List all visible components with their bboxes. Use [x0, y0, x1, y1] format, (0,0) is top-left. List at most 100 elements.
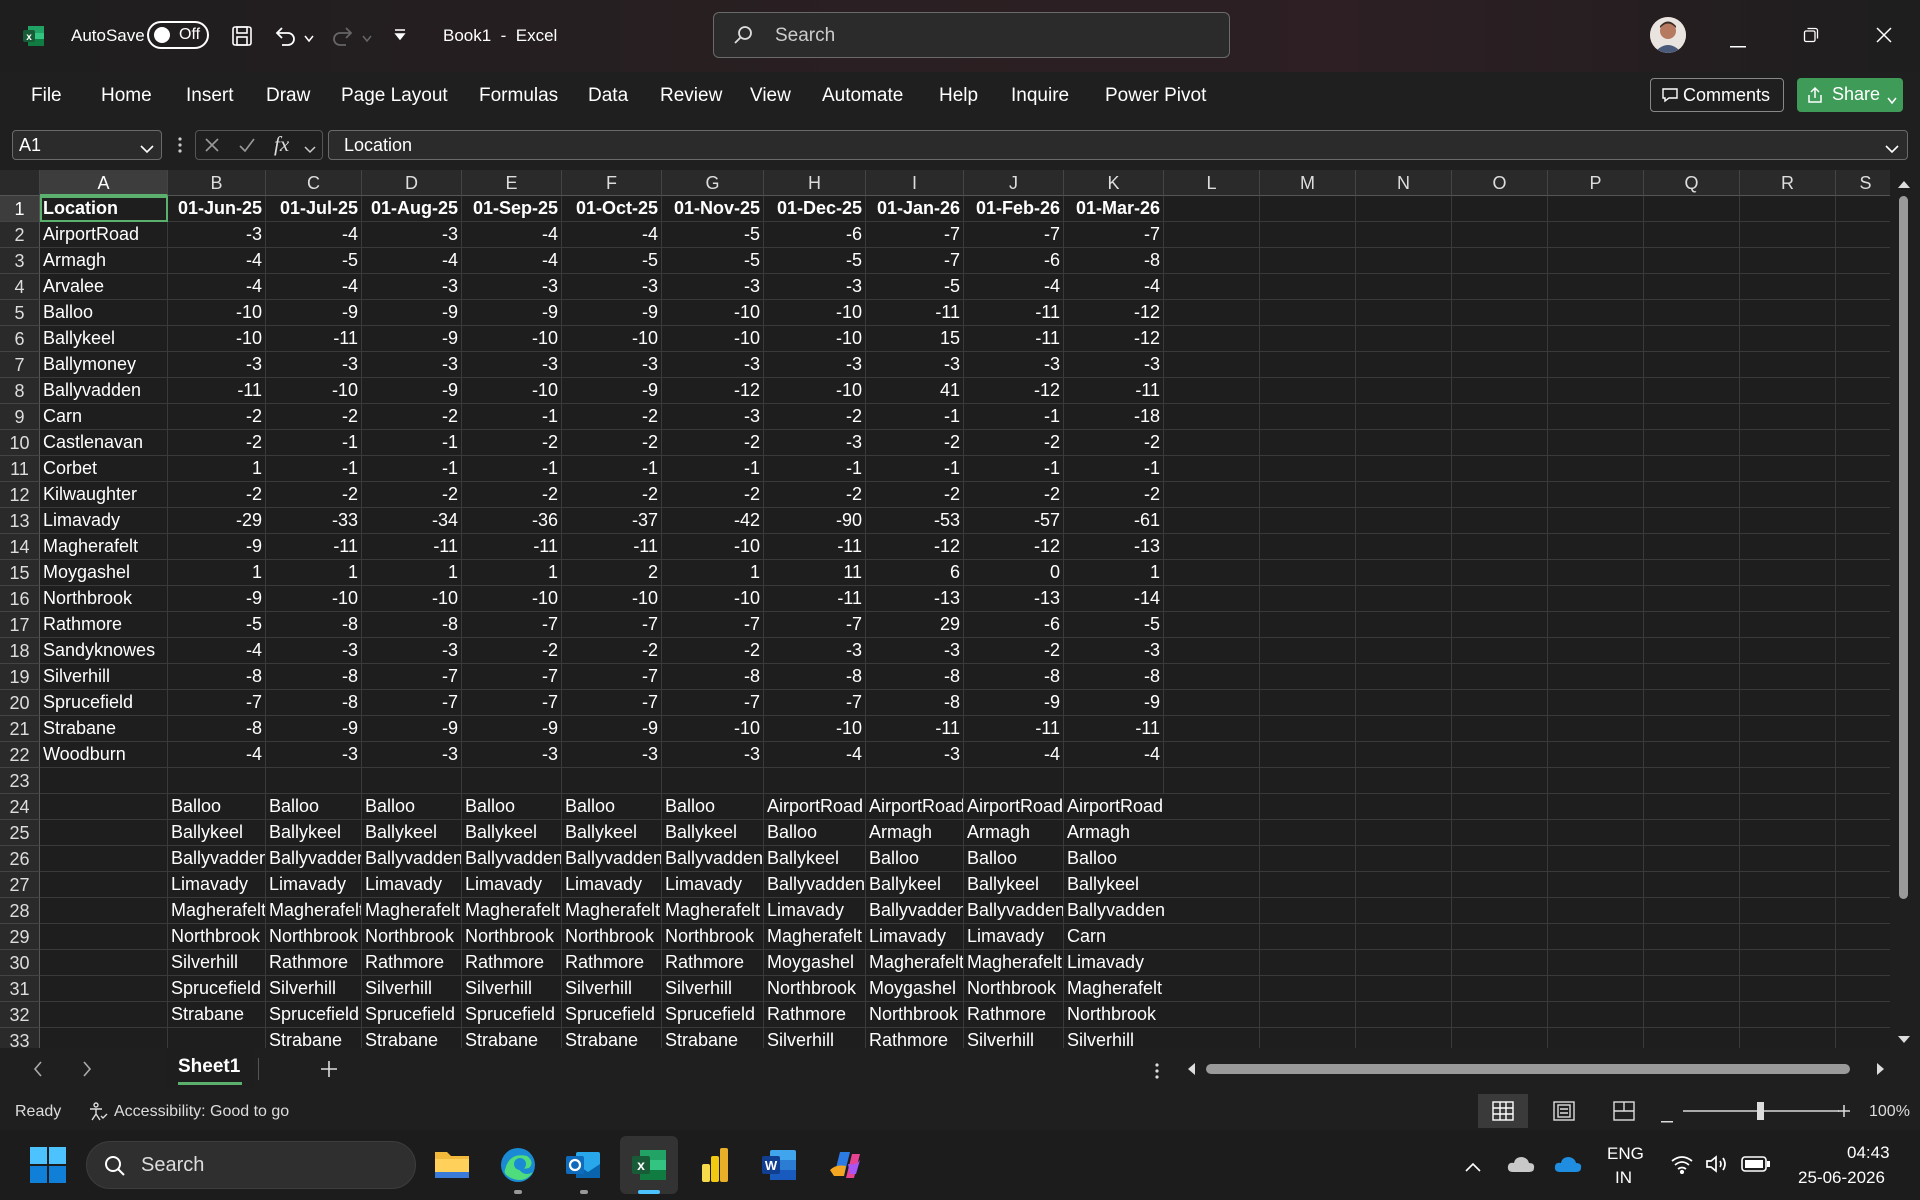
grid-cell[interactable]: [1644, 352, 1740, 378]
grid-cell[interactable]: -2: [662, 430, 764, 456]
grid-cell[interactable]: Silverhill: [1064, 1028, 1176, 1048]
grid-cell[interactable]: [1356, 716, 1452, 742]
grid-cell[interactable]: Silverhill: [362, 976, 462, 1002]
grid-cell[interactable]: 01-Jul-25: [266, 196, 362, 222]
grid-cell[interactable]: [1452, 950, 1548, 976]
grid-cell[interactable]: Limavady: [662, 872, 764, 898]
grid-cell[interactable]: Armagh: [40, 248, 168, 274]
grid-cell[interactable]: [1260, 950, 1356, 976]
grid-cell[interactable]: [1356, 378, 1452, 404]
grid-cell[interactable]: 01-Jun-25: [168, 196, 266, 222]
grid-cell[interactable]: -10: [462, 326, 562, 352]
grid-cell[interactable]: Silverhill: [40, 664, 168, 690]
grid-cell[interactable]: Ballyvadden: [562, 846, 662, 872]
grid-cell[interactable]: -11: [964, 300, 1064, 326]
grid-cell[interactable]: [1452, 482, 1548, 508]
grid-cell[interactable]: -3: [362, 742, 462, 768]
grid-cell[interactable]: -9: [462, 716, 562, 742]
grid-cell[interactable]: [1740, 560, 1836, 586]
grid-cell[interactable]: [1740, 430, 1836, 456]
grid-cell[interactable]: [1452, 924, 1548, 950]
grid-cell[interactable]: -8: [964, 664, 1064, 690]
grid-cell[interactable]: Magherafelt: [40, 534, 168, 560]
row-header[interactable]: 30: [0, 950, 40, 976]
grid-cell[interactable]: Ballykeel: [866, 872, 964, 898]
undo-dropdown-icon[interactable]: [304, 30, 314, 48]
grid-cell[interactable]: -12: [1064, 300, 1164, 326]
grid-cell[interactable]: Rathmore: [362, 950, 462, 976]
grid-cell[interactable]: [1260, 378, 1356, 404]
grid-cell[interactable]: Rathmore: [562, 950, 662, 976]
grid-cell[interactable]: -7: [362, 690, 462, 716]
tab-automate[interactable]: Automate: [822, 85, 903, 107]
grid-cell[interactable]: Balloo: [266, 794, 362, 820]
grid-cell[interactable]: [1356, 300, 1452, 326]
grid-cell[interactable]: Sprucefield: [168, 976, 266, 1002]
column-header[interactable]: M: [1260, 170, 1356, 196]
grid-cell[interactable]: -4: [1064, 742, 1164, 768]
grid-cell[interactable]: -6: [764, 222, 866, 248]
grid-cell[interactable]: [1740, 248, 1836, 274]
grid-cell[interactable]: -11: [1064, 716, 1164, 742]
grid-cell[interactable]: [1356, 664, 1452, 690]
grid-cell[interactable]: Carn: [1064, 924, 1176, 950]
grid-cell[interactable]: -2: [964, 430, 1064, 456]
grid-cell[interactable]: -2: [764, 482, 866, 508]
grid-cell[interactable]: -2: [462, 482, 562, 508]
grid-cell[interactable]: [1548, 794, 1644, 820]
grid-cell[interactable]: 29: [866, 612, 964, 638]
grid-cell[interactable]: [1260, 326, 1356, 352]
grid-cell[interactable]: [1452, 898, 1548, 924]
grid-cell[interactable]: [1356, 976, 1452, 1002]
horizontal-scrollbar[interactable]: [1186, 1058, 1886, 1080]
grid-cell[interactable]: -90: [764, 508, 866, 534]
grid-cell[interactable]: -3: [964, 352, 1064, 378]
zoom-out-icon[interactable]: [1661, 1110, 1673, 1128]
grid-cell[interactable]: Balloo: [562, 794, 662, 820]
onedrive-business-icon[interactable]: [1554, 1155, 1582, 1178]
grid-cell[interactable]: Magherafelt: [764, 924, 866, 950]
grid-cell[interactable]: -12: [662, 378, 764, 404]
grid-cell[interactable]: -13: [1064, 534, 1164, 560]
grid-cell[interactable]: -4: [266, 222, 362, 248]
grid-cell[interactable]: [168, 1028, 266, 1048]
vertical-scroll-thumb[interactable]: [1899, 196, 1908, 899]
grid-cell[interactable]: Ballykeel: [562, 820, 662, 846]
grid-cell[interactable]: [1836, 534, 1890, 560]
edge-browser-icon[interactable]: [499, 1146, 537, 1189]
row-header[interactable]: 9: [0, 404, 40, 430]
grid-cell[interactable]: -3: [462, 274, 562, 300]
grid-cell[interactable]: [1644, 794, 1740, 820]
grid-cell[interactable]: [1740, 300, 1836, 326]
grid-cell[interactable]: [1356, 950, 1452, 976]
grid-cell[interactable]: -4: [462, 222, 562, 248]
grid-cell[interactable]: [1356, 768, 1452, 794]
grid-cell[interactable]: -3: [462, 742, 562, 768]
grid-cell[interactable]: -10: [662, 300, 764, 326]
grid-cell[interactable]: Magherafelt: [362, 898, 462, 924]
grid-cell[interactable]: -5: [662, 248, 764, 274]
grid-cell[interactable]: Ballyvadden: [462, 846, 562, 872]
row-header[interactable]: 22: [0, 742, 40, 768]
power-bi-icon[interactable]: [700, 1146, 730, 1189]
grid-cell[interactable]: [1644, 300, 1740, 326]
grid-cell[interactable]: 01-Dec-25: [764, 196, 866, 222]
grid-cell[interactable]: 2: [562, 560, 662, 586]
grid-cell[interactable]: 15: [866, 326, 964, 352]
grid-cell[interactable]: [1836, 846, 1890, 872]
grid-cell[interactable]: -9: [266, 716, 362, 742]
grid-cell[interactable]: -3: [662, 742, 764, 768]
grid-cell[interactable]: [1740, 690, 1836, 716]
grid-cell[interactable]: -8: [266, 664, 362, 690]
grid-cell[interactable]: Northbrook: [462, 924, 562, 950]
grid-cell[interactable]: [1164, 1002, 1260, 1028]
grid-cell[interactable]: -2: [662, 482, 764, 508]
grid-cell[interactable]: [1644, 950, 1740, 976]
grid-cell[interactable]: -12: [964, 378, 1064, 404]
grid-cell[interactable]: [1548, 768, 1644, 794]
grid-cell[interactable]: [1064, 768, 1164, 794]
grid-cell[interactable]: -11: [362, 534, 462, 560]
grid-cell[interactable]: [1260, 846, 1356, 872]
grid-cell[interactable]: -4: [764, 742, 866, 768]
grid-cell[interactable]: [1836, 872, 1890, 898]
